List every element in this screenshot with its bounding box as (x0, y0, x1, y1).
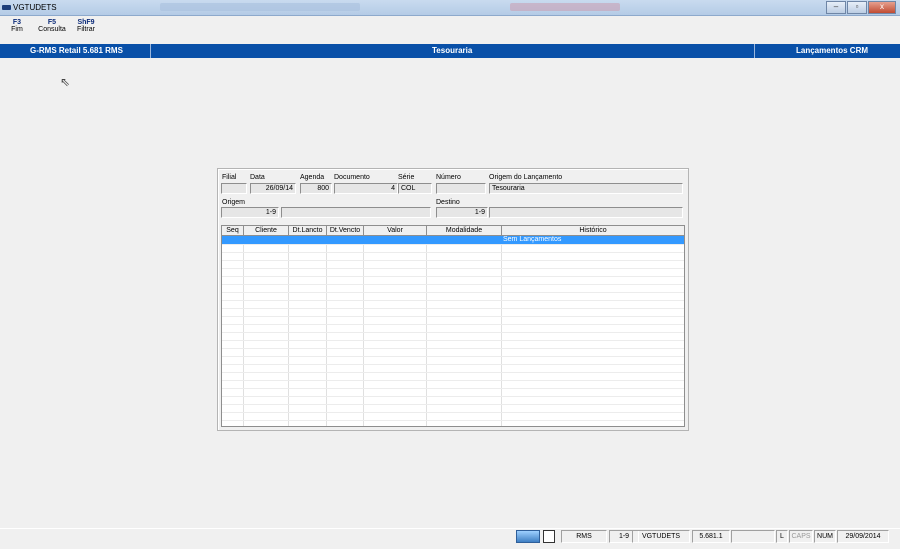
header-app-name: G-RMS Retail 5.681 RMS (30, 46, 123, 55)
serie-field[interactable]: COL (398, 183, 432, 194)
column-header-dt-vencto[interactable]: Dt.Vencto (327, 226, 364, 235)
origem-lancamento-field[interactable]: Tesouraria (489, 183, 683, 194)
column-header-seq[interactable]: Seq (222, 226, 244, 235)
grid-row-line (222, 372, 684, 373)
grid-row-line (222, 396, 684, 397)
header-bar: G-RMS Retail 5.681 RMS Tesouraria Lançam… (0, 44, 900, 58)
destino-desc-field[interactable] (489, 207, 683, 218)
tool-key: ShF9 (77, 19, 95, 26)
tool-fim-button[interactable]: F3 Fim (6, 19, 28, 33)
grid-row-line (222, 420, 684, 421)
grid-row-line (222, 292, 684, 293)
origem-code-field[interactable]: 1-9 (221, 207, 279, 218)
tool-label: Filtrar (77, 26, 95, 33)
grid-row-line (222, 388, 684, 389)
grid-row-line (222, 356, 684, 357)
grid-row-line (222, 308, 684, 309)
filial-field[interactable] (221, 183, 247, 194)
window-titlebar: VGTUDETS – ▫ x (0, 0, 900, 16)
grid-row-line (222, 244, 684, 245)
agenda-field[interactable]: 800 (300, 183, 332, 194)
documento-label: Documento (334, 174, 370, 181)
grid-row-line (222, 316, 684, 317)
header-module: Tesouraria (432, 46, 473, 55)
restore-button[interactable]: ▫ (847, 1, 867, 14)
grid-header: Seq Cliente Dt.Lancto Dt.Vencto Valor Mo… (222, 226, 684, 236)
status-l: L (776, 530, 788, 543)
selected-table-row[interactable]: Sem Lançamentos (222, 236, 684, 244)
tool-label: Fim (11, 26, 23, 33)
grid-row-line (222, 300, 684, 301)
tool-consulta-button[interactable]: F5 Consulta (36, 19, 68, 33)
status-version: 5.681.1 (692, 530, 730, 543)
tool-label: Consulta (38, 26, 66, 33)
status-date: 29/09/2014 (837, 530, 889, 543)
header-separator (150, 44, 151, 58)
grid-row-line (222, 252, 684, 253)
grid-row-line (222, 260, 684, 261)
status-num: NUM (814, 530, 836, 543)
app-icon (2, 5, 11, 10)
grid-row-line (222, 284, 684, 285)
grid-row-line (222, 380, 684, 381)
column-header-historico[interactable]: Histórico (502, 226, 684, 235)
document-icon[interactable] (543, 530, 555, 543)
grid-row-line (222, 404, 684, 405)
grid-row-line (222, 332, 684, 333)
origem-lancamento-label: Origem do Lançamento (489, 174, 563, 181)
grid-row-line (222, 412, 684, 413)
column-header-dt-lancto[interactable]: Dt.Lancto (289, 226, 327, 235)
header-screen: Lançamentos CRM (796, 46, 869, 55)
status-caps: CAPS (789, 530, 813, 543)
tool-key: F3 (12, 19, 22, 26)
status-user: RMS (561, 530, 607, 543)
toolbar: F3 Fim F5 Consulta ShF9 Filtrar (0, 17, 900, 43)
numero-field[interactable] (436, 183, 486, 194)
origem-desc-field[interactable] (281, 207, 431, 218)
column-header-cliente[interactable]: Cliente (244, 226, 289, 235)
lancamentos-panel: Filial Data 26/09/14 Agenda 800 Document… (217, 168, 689, 431)
grid-row-line (222, 364, 684, 365)
column-divider (363, 236, 364, 426)
column-divider (288, 236, 289, 426)
destino-label: Destino (436, 199, 460, 206)
grid-row-line (222, 348, 684, 349)
data-field[interactable]: 26/09/14 (250, 183, 296, 194)
origem-label: Origem (222, 199, 245, 206)
mouse-cursor-icon: ⇖ (60, 75, 71, 89)
empty-message: Sem Lançamentos (503, 236, 562, 243)
grid-row-line (222, 340, 684, 341)
column-header-modalidade[interactable]: Modalidade (427, 226, 502, 235)
filial-label: Filial (222, 174, 237, 181)
grid-row-line (222, 324, 684, 325)
grid-row-line (222, 268, 684, 269)
status-program: VGTUDETS (632, 530, 690, 543)
window-title: VGTUDETS (13, 3, 57, 12)
status-empty (731, 530, 775, 543)
column-divider (326, 236, 327, 426)
network-icon[interactable] (516, 530, 540, 543)
lancamentos-grid[interactable]: Seq Cliente Dt.Lancto Dt.Vencto Valor Mo… (221, 225, 685, 427)
column-divider (501, 236, 502, 426)
tool-filtrar-button[interactable]: ShF9 Filtrar (74, 19, 98, 33)
grid-row-line (222, 276, 684, 277)
close-button[interactable]: x (868, 1, 896, 14)
destino-code-field[interactable]: 1-9 (436, 207, 488, 218)
numero-label: Número (436, 174, 461, 181)
column-header-valor[interactable]: Valor (364, 226, 427, 235)
serie-label: Série (398, 174, 415, 181)
titlebar-decoration (510, 3, 620, 11)
column-divider (243, 236, 244, 426)
status-bar: RMS 1-9 VGTUDETS 5.681.1 L CAPS NUM 29/0… (0, 528, 900, 544)
header-separator (754, 44, 755, 58)
documento-field[interactable]: 4 (334, 183, 398, 194)
agenda-label: Agenda (300, 174, 325, 181)
minimize-button[interactable]: – (826, 1, 846, 14)
data-label: Data (250, 174, 265, 181)
tool-key: F5 (47, 19, 57, 26)
titlebar-decoration (160, 3, 360, 11)
column-divider (426, 236, 427, 426)
